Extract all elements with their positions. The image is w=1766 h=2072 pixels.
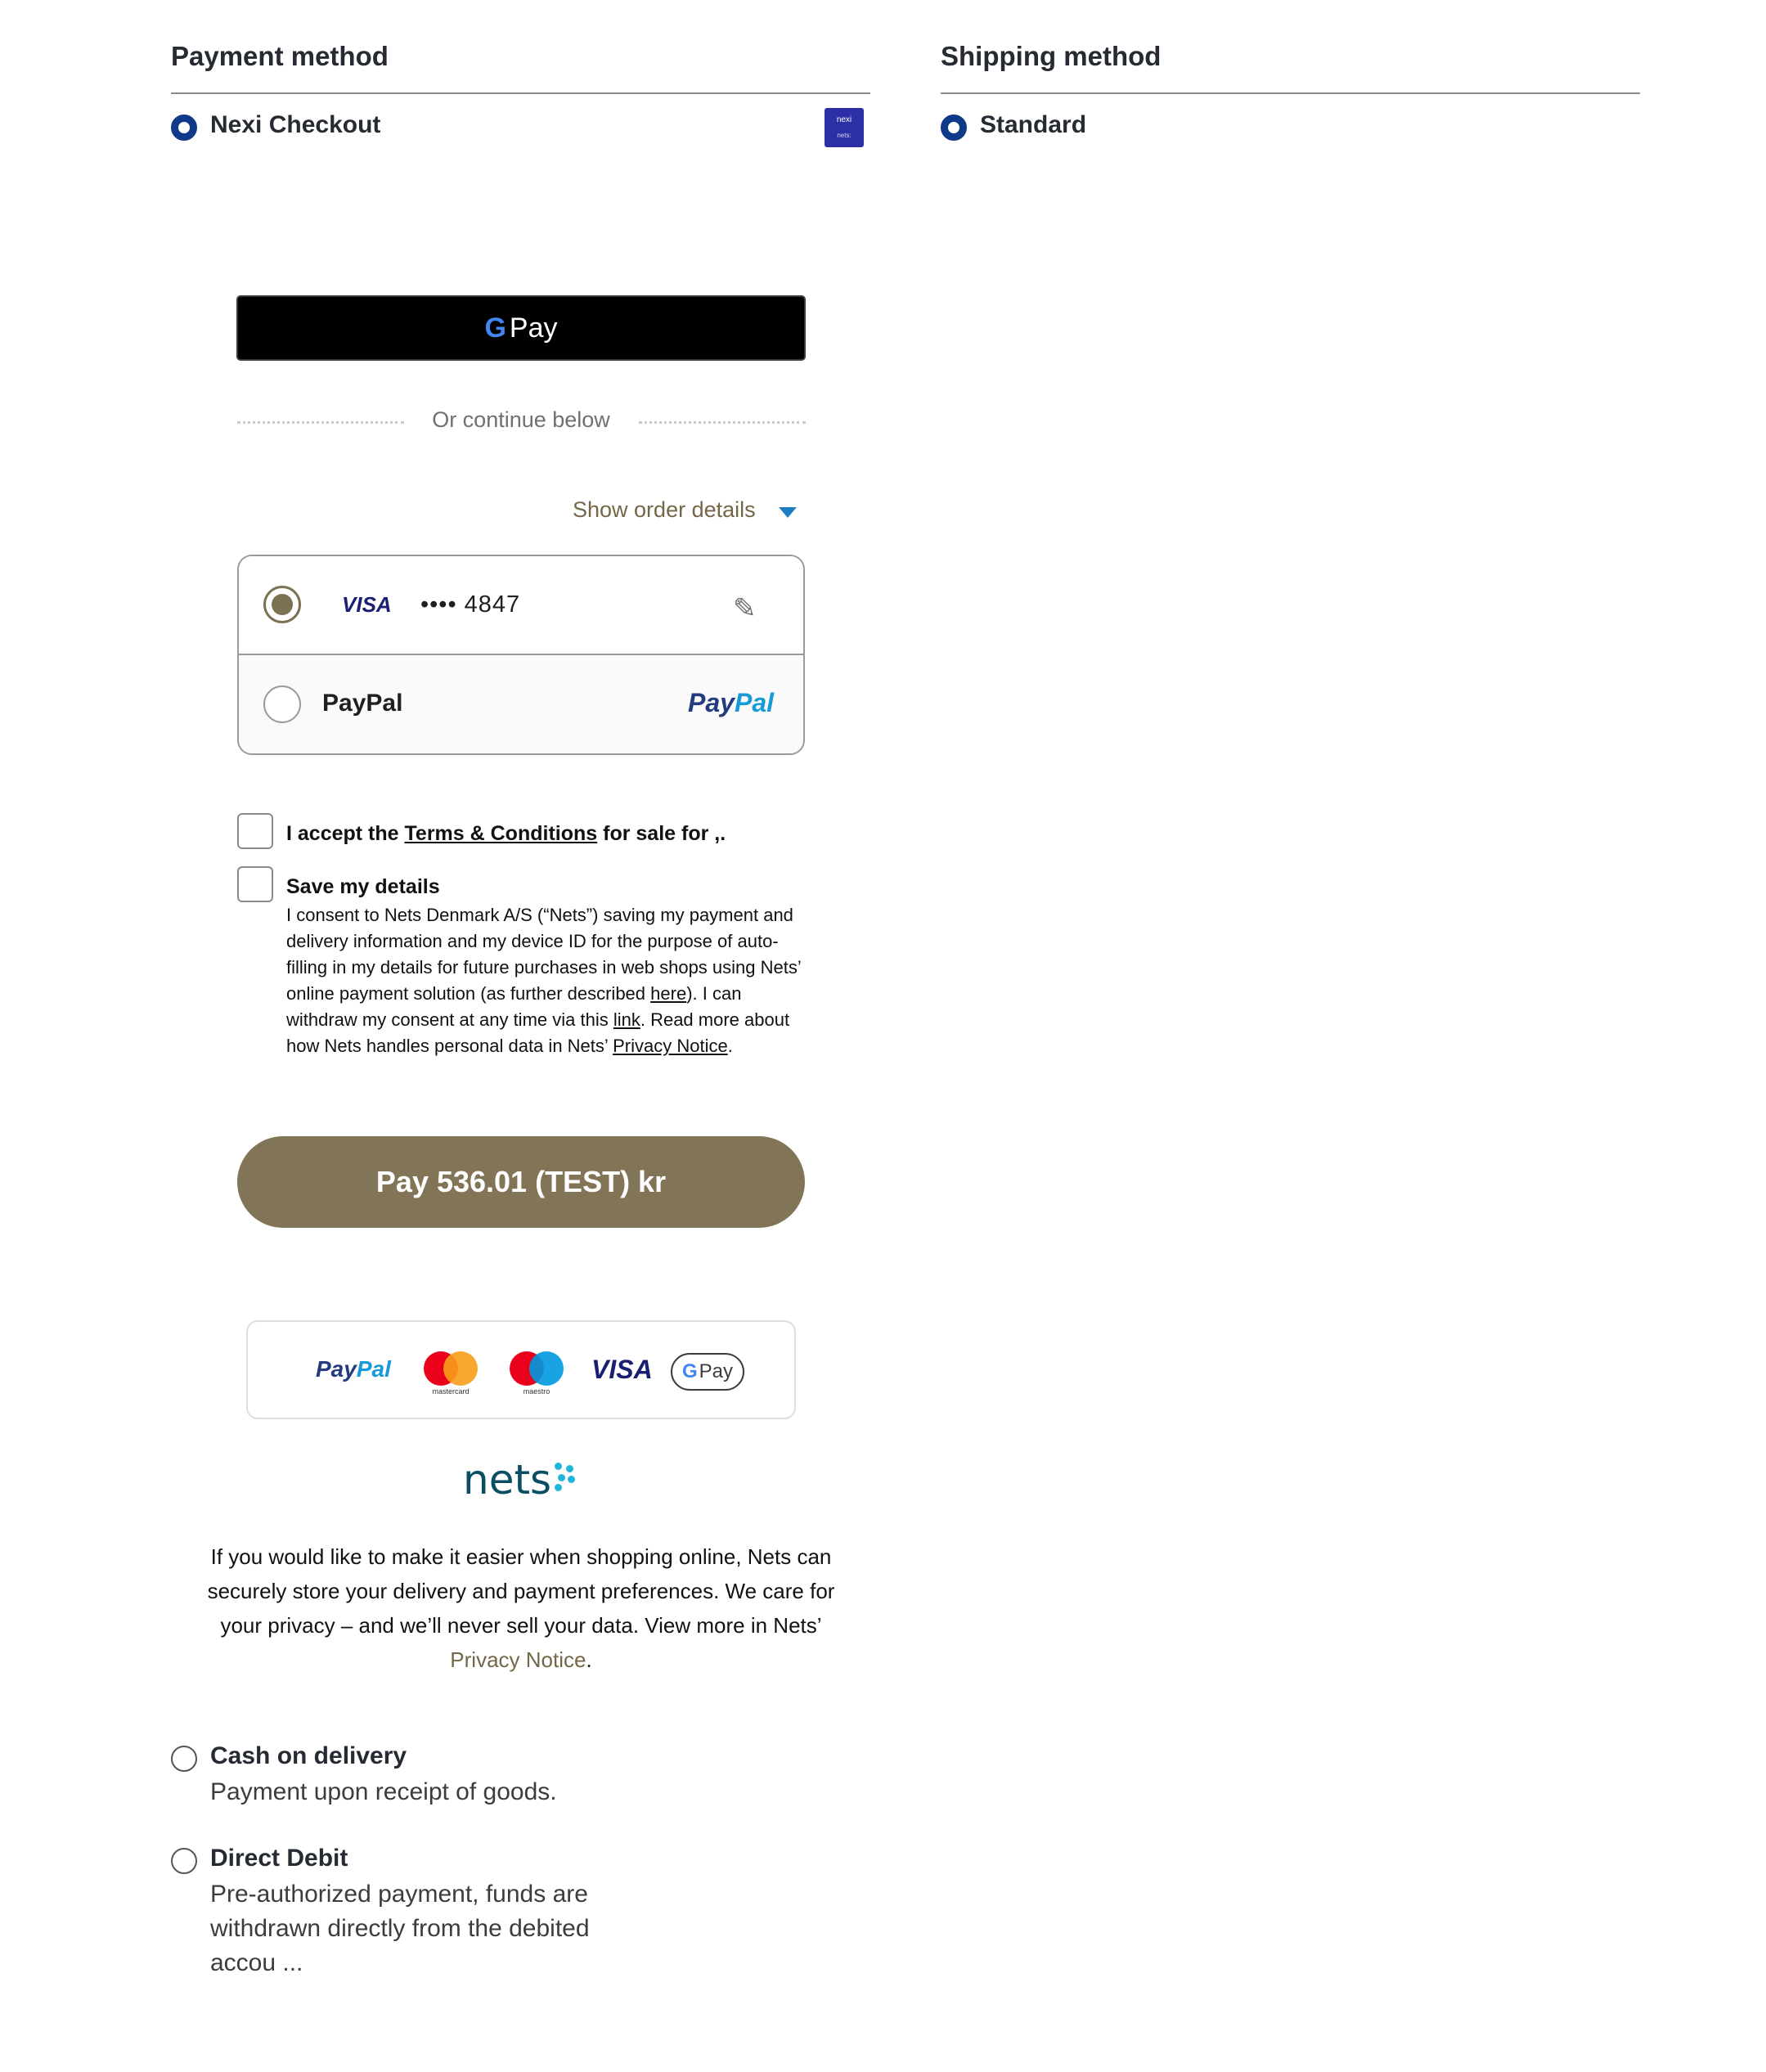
accept-terms-checkbox[interactable] <box>237 813 273 849</box>
save-details-title: Save my details <box>286 875 440 898</box>
paypal-logo-icon: PayPal <box>688 688 774 718</box>
paypal-option-label: PayPal <box>322 690 403 717</box>
divider-line-left <box>237 421 404 424</box>
consent-withdraw-link[interactable]: link <box>613 1009 640 1030</box>
google-pay-brand-icon: G Pay <box>671 1353 744 1391</box>
google-g-small-icon: G <box>681 1360 698 1382</box>
nexi-checkout-radio[interactable] <box>171 115 197 141</box>
visa-brand-icon: VISA <box>591 1355 653 1384</box>
paypal-logo-pal: Pal <box>734 688 774 717</box>
save-details-consent-text: I consent to Nets Denmark A/S (“Nets”) s… <box>286 902 810 1059</box>
consent-text-4: . <box>727 1036 733 1056</box>
paypal-logo-pay: Pay <box>688 688 735 717</box>
standard-shipping-radio[interactable] <box>941 115 967 141</box>
terms-prefix: I accept the <box>286 822 405 845</box>
paypal-option[interactable]: PayPal PayPal <box>239 655 803 753</box>
direct-debit-label[interactable]: Direct Debit <box>210 1845 348 1872</box>
nets-info-end: . <box>586 1647 592 1672</box>
or-continue-below-text: Or continue below <box>432 407 610 432</box>
direct-debit-radio[interactable] <box>171 1848 197 1874</box>
maestro-caption: maestro <box>523 1387 550 1396</box>
terms-link[interactable]: Terms & Conditions <box>405 822 598 845</box>
visa-icon: VISA <box>342 592 392 617</box>
saved-payment-methods: VISA •••• 4847 ✎ PayPal PayPal <box>237 555 805 755</box>
cash-on-delivery-desc: Payment upon receipt of goods. <box>210 1778 557 1805</box>
shipping-method-title: Shipping method <box>941 41 1162 71</box>
nexi-logo-text: nexi <box>836 115 852 124</box>
direct-debit-desc: Pre-authorized payment, funds are withdr… <box>210 1881 590 1976</box>
google-pay-button[interactable]: G Pay <box>236 295 806 361</box>
maestro-circle-blue <box>529 1351 564 1386</box>
paypal-brand-pay: Pay <box>316 1356 357 1382</box>
consent-privacy-link[interactable]: Privacy Notice <box>613 1036 728 1056</box>
edit-pencil-icon[interactable]: ✎ <box>733 592 757 625</box>
mastercard-circle-orange <box>443 1351 478 1386</box>
google-g-icon: G <box>484 312 506 344</box>
paypal-brand-pal: Pal <box>356 1356 391 1382</box>
mastercard-caption: mastercard <box>432 1387 470 1396</box>
visa-card-radio[interactable] <box>263 586 301 623</box>
terms-suffix: for sale for ,. <box>597 822 726 845</box>
visa-card-option[interactable]: VISA •••• 4847 ✎ <box>239 556 803 655</box>
nexi-checkout-label[interactable]: Nexi Checkout <box>210 111 380 139</box>
payment-method-divider <box>171 92 870 94</box>
card-number: •••• 4847 <box>420 591 521 618</box>
chevron-down-icon[interactable] <box>779 507 797 518</box>
consent-here-link[interactable]: here <box>650 983 686 1004</box>
save-details-checkbox[interactable] <box>237 866 273 902</box>
nets-info-text: If you would like to make it easier when… <box>196 1539 846 1677</box>
paypal-brand-icon: PayPal <box>316 1356 391 1382</box>
accept-terms-label: I accept the Terms & Conditions for sale… <box>286 822 726 846</box>
nets-logo-small-text: nets: <box>837 132 852 139</box>
standard-shipping-label[interactable]: Standard <box>980 111 1086 139</box>
pay-button[interactable]: Pay 536.01 (TEST) kr <box>237 1136 805 1228</box>
nets-privacy-notice-link[interactable]: Privacy Notice <box>450 1647 586 1672</box>
maestro-icon: maestro <box>510 1351 567 1396</box>
gpay-brand-label: Pay <box>699 1360 734 1382</box>
nets-logo: nets <box>463 1456 552 1503</box>
accepted-brands: PayPal mastercard maestro VISA G Pay <box>246 1320 796 1419</box>
shipping-method-divider <box>941 92 1640 94</box>
nets-info-body: If you would like to make it easier when… <box>207 1544 835 1638</box>
show-order-details-link[interactable]: Show order details <box>573 497 756 523</box>
nets-dots-icon <box>555 1463 579 1495</box>
divider-line-right <box>639 421 806 424</box>
nexi-logo: nexi nets: <box>825 108 864 147</box>
mastercard-icon: mastercard <box>424 1351 481 1396</box>
cash-on-delivery-label[interactable]: Cash on delivery <box>210 1742 407 1770</box>
google-pay-label: Pay <box>509 312 558 344</box>
payment-method-title: Payment method <box>171 41 389 71</box>
paypal-radio[interactable] <box>263 685 301 723</box>
cash-on-delivery-radio[interactable] <box>171 1746 197 1772</box>
